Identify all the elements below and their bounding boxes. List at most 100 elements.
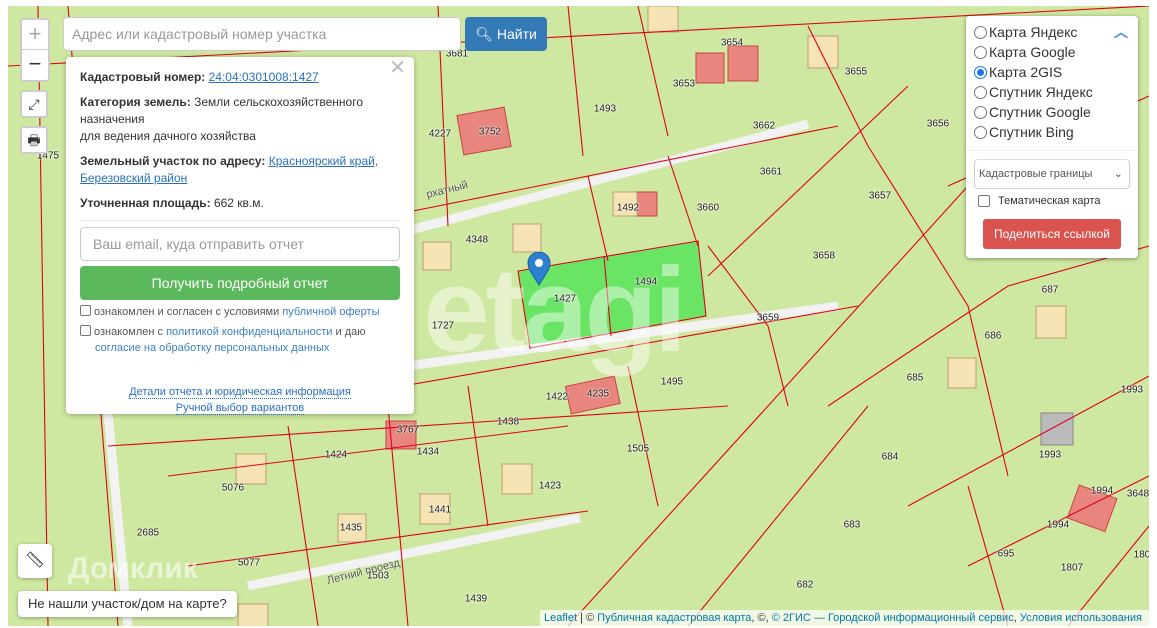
parcel-number-label[interactable]: 3661	[760, 167, 782, 178]
zoom-in-button[interactable]: +	[22, 20, 48, 50]
zoom-out-button[interactable]: −	[22, 50, 48, 80]
email-input[interactable]: Ваш email, куда отправить отчет	[80, 227, 400, 261]
map-layer-option[interactable]: Карта Google	[974, 42, 1130, 62]
parcel-number-label[interactable]: 1439	[465, 594, 487, 605]
attr-sep: | ©	[577, 612, 598, 624]
search-input[interactable]: Адрес или кадастровый номер участка	[63, 17, 461, 51]
get-report-button[interactable]: Получить подробный отчет	[80, 266, 400, 300]
offer-link[interactable]: публичной оферты	[282, 306, 379, 318]
domclick-logo: Домклик	[68, 552, 198, 585]
parcel-number-label[interactable]: 3658	[813, 251, 835, 262]
parcel-number-label[interactable]: 683	[844, 520, 861, 531]
parcel-number-label[interactable]: 1727	[432, 321, 454, 332]
map-layer-label: Спутник Bing	[989, 124, 1074, 140]
parcel-number-label[interactable]: 1434	[417, 447, 439, 458]
ruler-icon[interactable]: 📏︎	[18, 544, 52, 578]
overlay-select[interactable]: Кадастровые границы ⌄	[974, 159, 1130, 189]
parcel-number-label[interactable]: 3752	[479, 127, 501, 138]
map-marker-icon[interactable]	[527, 251, 551, 286]
share-link-button[interactable]: Поделиться ссылкой	[983, 219, 1121, 249]
parcel-number-label[interactable]: 1994	[1091, 486, 1113, 497]
offer-checkbox[interactable]	[80, 305, 91, 316]
parcel-number-label[interactable]: 1427	[554, 294, 576, 305]
terms-link[interactable]: Условия использования	[1020, 612, 1142, 624]
parcel-number-label[interactable]: 3655	[845, 67, 867, 78]
parcel-number-label[interactable]: 1492	[617, 203, 639, 214]
parcel-number-label[interactable]: 1435	[340, 523, 362, 534]
parcel-number-label[interactable]: 1494	[635, 277, 657, 288]
fullscreen-icon[interactable]: ⤢	[20, 90, 48, 118]
cadastral-number-link[interactable]: 24:04:0301008:1427	[209, 70, 319, 84]
parcel-number-label[interactable]: 5077	[238, 558, 260, 569]
privacy-checkbox[interactable]	[80, 325, 91, 336]
parcel-number-label[interactable]: 1422	[546, 392, 568, 403]
parcel-number-label[interactable]: 1423	[539, 481, 561, 492]
not-found-button[interactable]: Не нашли участок/дом на карте?	[18, 591, 237, 617]
parcel-number-label[interactable]: 3648	[1127, 489, 1149, 500]
consent-link[interactable]: согласие на обработку персональных данны…	[95, 342, 329, 354]
parcel-number-label[interactable]: 682	[797, 580, 814, 591]
parcel-number-label[interactable]: 3660	[697, 203, 719, 214]
agree2-text: ознакомлен с	[94, 326, 167, 338]
parcel-number-label[interactable]: 1441	[429, 505, 451, 516]
parcel-number-label[interactable]: 1505	[627, 444, 649, 455]
thematic-label: Тематическая карта	[998, 195, 1101, 207]
pkk-link[interactable]: Публичная кадастровая карта	[597, 612, 751, 624]
print-icon[interactable]: 🖶	[20, 126, 48, 154]
parcel-number-label[interactable]: 1493	[594, 104, 616, 115]
radio-button[interactable]	[974, 125, 987, 139]
details-link[interactable]: Детали отчета и юридическая информация	[129, 386, 351, 399]
parcel-number-label[interactable]: 1424	[325, 450, 347, 461]
parcel-number-label[interactable]: 3659	[757, 313, 779, 324]
privacy-link[interactable]: политикой конфиденциальности	[166, 326, 332, 338]
parcel-number-label[interactable]: 4348	[466, 235, 488, 246]
parcel-number-label[interactable]: 3653	[673, 79, 695, 90]
map-layer-label: Спутник Яндекс	[989, 84, 1093, 100]
radio-button[interactable]	[974, 85, 987, 99]
search-icon: 🔍︎	[475, 26, 493, 42]
radio-button[interactable]	[974, 45, 987, 59]
parcel-number-label[interactable]: 695	[998, 549, 1015, 560]
cadastral-label: Кадастровый номер:	[80, 70, 206, 84]
parcel-number-label[interactable]: 1807	[1061, 563, 1083, 574]
parcel-number-label[interactable]: 687	[1042, 285, 1059, 296]
parcel-number-label[interactable]: 4235	[587, 389, 609, 400]
map-layer-option[interactable]: Спутник Google	[974, 102, 1130, 122]
map-layer-option[interactable]: Карта Яндекс	[974, 22, 1130, 42]
radio-button[interactable]	[974, 25, 987, 39]
2gis-link[interactable]: © 2ГИС — Городской информационный сервис	[772, 612, 1014, 624]
manual-select-link[interactable]: Ручной выбор вариантов	[175, 402, 305, 415]
search-button[interactable]: 🔍︎ Найти	[465, 17, 547, 51]
parcel-number-label[interactable]: 3662	[753, 121, 775, 132]
search-button-label: Найти	[496, 26, 537, 42]
parcel-number-label[interactable]: 5076	[222, 483, 244, 494]
parcel-number-label[interactable]: 685	[907, 373, 924, 384]
parcel-number-label[interactable]: 1495	[661, 377, 683, 388]
parcel-number-label[interactable]: 1994	[1047, 520, 1069, 531]
close-icon[interactable]: ✕	[389, 58, 406, 78]
chevron-up-icon[interactable]: ︿	[1114, 22, 1128, 42]
parcel-number-label[interactable]: 3657	[869, 191, 891, 202]
leaflet-link[interactable]: Leaflet	[544, 612, 577, 624]
parcel-number-label[interactable]: 180	[1134, 550, 1149, 561]
radio-button[interactable]	[974, 105, 987, 119]
parcel-number-label[interactable]: 3656	[927, 119, 949, 130]
map-layer-label: Карта 2GIS	[989, 64, 1063, 80]
parcel-number-label[interactable]: 1993	[1039, 450, 1061, 461]
map-layer-option[interactable]: Спутник Яндекс	[974, 82, 1130, 102]
map-layer-option[interactable]: Карта 2GIS	[974, 62, 1130, 82]
parcel-number-label[interactable]: 686	[985, 331, 1002, 342]
parcel-number-label[interactable]: 3767	[397, 425, 419, 436]
parcel-number-label[interactable]: 2685	[137, 528, 159, 539]
parcel-number-label[interactable]: 1438	[497, 417, 519, 428]
layers-panel: ︿ Карта Яндекс Карта Google Карта 2GIS Спут…	[966, 16, 1138, 258]
parcel-number-label[interactable]: 3654	[721, 38, 743, 49]
parcel-number-label[interactable]: 684	[882, 452, 899, 463]
parcel-number-label[interactable]: 1993	[1121, 385, 1143, 396]
attr-mid: , ©,	[751, 612, 772, 624]
radio-button[interactable]	[974, 65, 987, 79]
overlay-select-value: Кадастровые границы	[979, 168, 1093, 180]
thematic-checkbox[interactable]	[978, 195, 990, 207]
map-layer-option[interactable]: Спутник Bing	[974, 122, 1130, 142]
parcel-number-label[interactable]: 4227	[429, 129, 451, 140]
